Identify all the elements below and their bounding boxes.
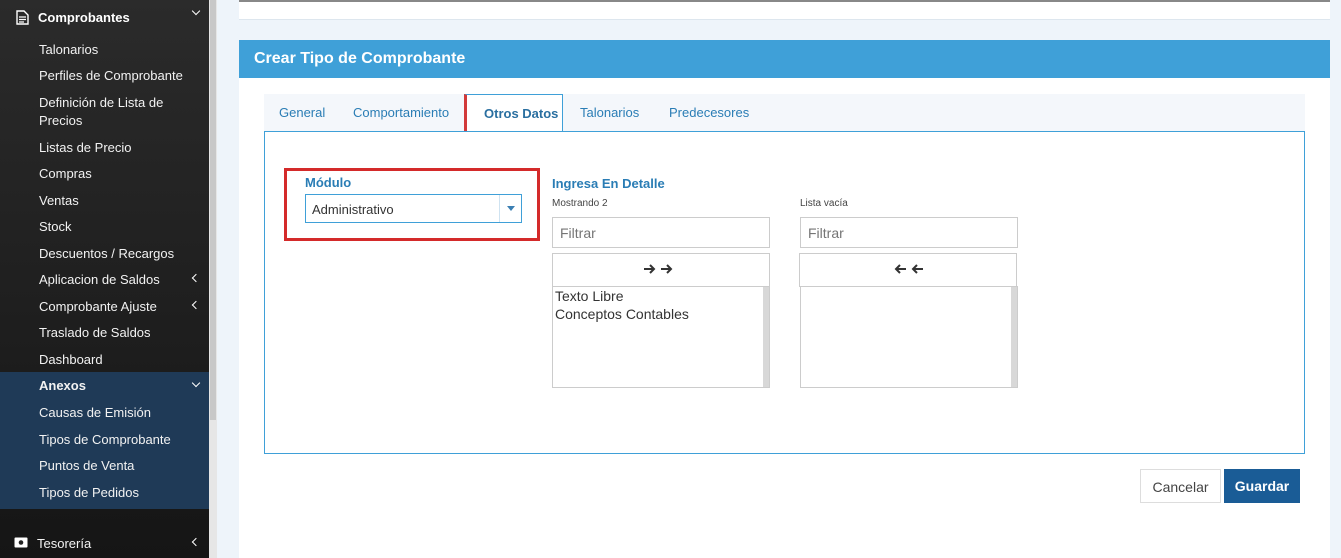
- left-listbox[interactable]: Texto Libre Conceptos Contables: [552, 286, 770, 388]
- sidebar-item-label: Dashboard: [39, 352, 103, 367]
- chevron-left-icon: [191, 273, 201, 283]
- sidebar-item-label: Talonarios: [39, 42, 99, 57]
- chevron-down-icon: [191, 378, 201, 388]
- sidebar: Comprobantes Talonarios Perfiles de Comp…: [0, 0, 209, 558]
- sidebar-item-tesoreria[interactable]: Tesorería: [0, 530, 209, 556]
- sidebar-item-label: Tipos de Pedidos: [39, 485, 139, 500]
- double-arrow-right-icon: [644, 264, 673, 274]
- sidebar-item-compras[interactable]: Compras: [0, 160, 209, 186]
- money-icon: [14, 537, 28, 548]
- previous-card-bottom: [239, 0, 1330, 20]
- tab-otros-datos[interactable]: Otros Datos: [464, 94, 563, 132]
- sidebar-item-traslado-saldos[interactable]: Traslado de Saldos: [0, 319, 209, 345]
- caret-down-icon: [499, 195, 521, 222]
- sidebar-scroll-thumb[interactable]: [210, 0, 216, 420]
- modulo-select[interactable]: Administrativo: [305, 194, 522, 223]
- move-all-right-button[interactable]: [552, 253, 770, 287]
- left-list-info: Mostrando 2: [552, 198, 608, 209]
- double-arrow-left-icon: [894, 264, 923, 274]
- sidebar-item-label: Puntos de Venta: [39, 458, 135, 473]
- modulo-selected-value: Administrativo: [312, 202, 394, 217]
- modulo-label: Módulo: [305, 175, 352, 190]
- chevron-left-icon: [191, 537, 201, 547]
- sidebar-item-label: Perfiles de Comprobante: [39, 68, 183, 83]
- sidebar-item-descuentos[interactable]: Descuentos / Recargos: [0, 240, 209, 266]
- sidebar-item-label: Compras: [39, 166, 92, 181]
- card-header: Crear Tipo de Comprobante: [239, 40, 1330, 78]
- sidebar-item-causas-emision[interactable]: Causas de Emisión: [0, 399, 209, 425]
- tab-predecesores[interactable]: Predecesores: [669, 94, 749, 131]
- tab-general[interactable]: General: [279, 94, 325, 131]
- sidebar-item-listas-precio[interactable]: Listas de Precio: [0, 134, 209, 160]
- create-document-type-card: Crear Tipo de Comprobante General Compor…: [239, 40, 1330, 558]
- listbox-scrollbar[interactable]: [763, 287, 769, 387]
- sidebar-item-puntos-venta[interactable]: Puntos de Venta: [0, 452, 209, 478]
- sidebar-item-label: Definición de Lista de Precios: [39, 95, 164, 128]
- cancel-button[interactable]: Cancelar: [1140, 469, 1221, 503]
- chevron-down-icon: [191, 6, 201, 16]
- listbox-scrollbar[interactable]: [1011, 287, 1017, 387]
- sidebar-item-label: Stock: [39, 219, 72, 234]
- sidebar-section-comprobantes[interactable]: Comprobantes: [0, 0, 209, 34]
- sidebar-item-label: Causas de Emisión: [39, 405, 151, 420]
- move-all-left-button[interactable]: [799, 253, 1017, 287]
- right-list-info: Lista vacía: [800, 198, 848, 209]
- sidebar-item-stock[interactable]: Stock: [0, 213, 209, 239]
- sidebar-item-perfiles[interactable]: Perfiles de Comprobante: [0, 62, 209, 88]
- sidebar-item-label: Tesorería: [37, 536, 92, 551]
- tab-panel-otros-datos: Módulo Administrativo Ingresa En Detalle…: [264, 131, 1305, 454]
- sidebar-item-label: Aplicacion de Saldos: [39, 272, 160, 287]
- sidebar-item-ventas[interactable]: Ventas: [0, 187, 209, 213]
- ingresa-en-detalle-label: Ingresa En Detalle: [552, 176, 665, 191]
- sidebar-item-label: Tipos de Comprobante: [39, 432, 171, 447]
- right-listbox[interactable]: [800, 286, 1018, 388]
- sidebar-group-anexos: Anexos Causas de Emisión Tipos de Compro…: [0, 372, 209, 509]
- sidebar-item-tipos-pedidos[interactable]: Tipos de Pedidos: [0, 479, 209, 505]
- right-filter-input[interactable]: [800, 217, 1018, 248]
- tab-bar: General Comportamiento Otros Datos Talon…: [264, 94, 1305, 132]
- tab-comportamiento[interactable]: Comportamiento: [353, 94, 449, 131]
- sidebar-item-tipos-comprobante[interactable]: Tipos de Comprobante: [0, 426, 209, 452]
- sidebar-item-label: Descuentos / Recargos: [39, 246, 175, 261]
- sidebar-section-label: Comprobantes: [38, 10, 130, 25]
- tab-talonarios[interactable]: Talonarios: [580, 94, 639, 131]
- sidebar-item-comprobante-ajuste[interactable]: Comprobante Ajuste: [0, 293, 209, 319]
- document-icon: [16, 10, 29, 25]
- top-divider: [239, 0, 1330, 2]
- card-title: Crear Tipo de Comprobante: [254, 50, 466, 67]
- sidebar-item-label: Anexos: [39, 378, 86, 393]
- sidebar-item-anexos[interactable]: Anexos: [0, 372, 209, 398]
- list-option[interactable]: Texto Libre: [555, 288, 623, 304]
- chevron-left-icon: [191, 300, 201, 310]
- sidebar-item-label: Listas de Precio: [39, 140, 132, 155]
- sidebar-item-talonarios[interactable]: Talonarios: [0, 36, 209, 62]
- sidebar-item-label: Traslado de Saldos: [39, 325, 151, 340]
- sidebar-item-dashboard[interactable]: Dashboard: [0, 346, 209, 372]
- sidebar-item-label: Ventas: [39, 193, 79, 208]
- left-filter-input[interactable]: [552, 217, 770, 248]
- sidebar-item-definicion-lista[interactable]: Definición de Lista de Precios: [0, 89, 209, 133]
- list-option[interactable]: Conceptos Contables: [555, 306, 689, 322]
- save-button[interactable]: Guardar: [1224, 469, 1300, 503]
- sidebar-item-aplicacion-saldos[interactable]: Aplicacion de Saldos: [0, 266, 209, 292]
- sidebar-item-label: Comprobante Ajuste: [39, 299, 157, 314]
